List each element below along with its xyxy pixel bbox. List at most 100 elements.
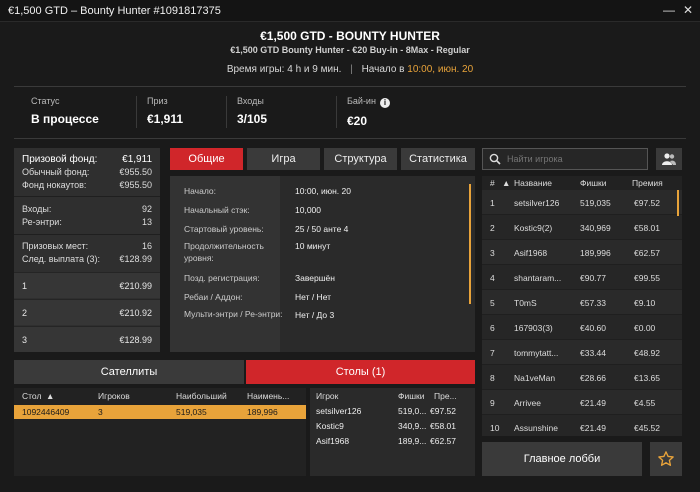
tab-structure[interactable]: Структура [324, 148, 397, 170]
player-name: T0mS [514, 298, 537, 308]
detail-label: Ребаи / Аддон: [184, 292, 243, 302]
tables-list: Стол ▲ Игроков Наибольший Наимень... 109… [14, 388, 306, 476]
player-prize: €97.52 [634, 198, 660, 208]
payout-place: 3 [22, 334, 28, 345]
player-row[interactable]: 2 Kostic9(2) 340,969 €58.01 [482, 215, 682, 240]
table-player-row[interactable]: Kostic9 340,9... €58.01 [310, 420, 475, 434]
col-prize[interactable]: Пре... [434, 391, 457, 401]
divider [14, 86, 686, 87]
player-name: shantaram... [514, 273, 562, 283]
regular-pool-label: Обычный фонд: [22, 167, 90, 177]
divider [14, 234, 160, 235]
player-rank: 4 [490, 273, 495, 283]
detail-value: Завершён [295, 273, 335, 283]
reentries-label: Ре-энтри: [22, 217, 62, 227]
col-table[interactable]: Стол [22, 391, 41, 401]
stat-status-label: Статус [31, 96, 60, 106]
col-largest[interactable]: Наибольший [176, 391, 227, 401]
details-label-column [170, 176, 280, 352]
sort-asc-icon[interactable]: ▲ [46, 391, 54, 401]
player-prize: €62.57 [634, 248, 660, 258]
player-rank: 5 [490, 298, 495, 308]
player-row[interactable]: 1 setsilver126 519,035 €97.52 [482, 190, 682, 215]
col-players[interactable]: Игроков [98, 391, 130, 401]
player-prize: €0.00 [634, 323, 656, 333]
info-icon[interactable]: i [379, 98, 390, 108]
player-row[interactable]: 9 Arrivee €21.49 €4.55 [482, 390, 682, 415]
details-scrollbar[interactable] [469, 184, 471, 304]
payout-amount: €210.92 [119, 307, 152, 318]
player-chips: €40.60 [580, 323, 606, 333]
tournament-subtitle: €1,500 GTD Bounty Hunter - €20 Buy-in - … [230, 45, 470, 55]
time-row: Время игры: 4 h и 9 мин. | Начало в 10:0… [0, 64, 700, 75]
detail-label: Мульти-энтри / Ре-энтри: [184, 309, 283, 319]
player-row[interactable]: 7 tommytatt... €33.44 €48.92 [482, 340, 682, 365]
detail-value: 25 / 50 анте 4 [295, 224, 349, 234]
table-player-chips: 340,9... [398, 421, 427, 431]
player-row[interactable]: 3 Asif1968 189,996 €62.57 [482, 240, 682, 265]
paid-places-value: 16 [141, 241, 152, 251]
player-list-scrollbar[interactable] [677, 190, 679, 216]
start-value: 10:00, июн. 20 [407, 64, 474, 75]
table-player-row[interactable]: Asif1968 189,9... €62.57 [310, 435, 475, 449]
player-rank: 3 [490, 248, 495, 258]
tournament-details: Начало: 10:00, июн. 20 Начальный стэк: 1… [170, 176, 475, 352]
col-rank[interactable]: # [490, 178, 495, 188]
player-rank: 2 [490, 223, 495, 233]
players-button[interactable] [656, 148, 682, 170]
tab-general[interactable]: Общие [170, 148, 243, 170]
detail-value: Нет / До 3 [295, 310, 335, 320]
col-prize[interactable]: Премия [632, 178, 663, 188]
player-search[interactable] [482, 148, 648, 170]
reentries-value: 13 [141, 217, 152, 227]
player-row[interactable]: 4 shantaram... €90.77 €99.55 [482, 265, 682, 290]
player-row[interactable]: 10 Assunshine €21.49 €45.52 [482, 415, 682, 436]
table-player-prize: €97.52 [430, 406, 456, 416]
table-player-name: Asif1968 [316, 436, 350, 446]
search-icon [489, 153, 501, 165]
col-name[interactable]: Название [514, 178, 552, 188]
minimize-icon[interactable]: — [662, 3, 676, 17]
tab-game[interactable]: Игра [247, 148, 320, 170]
payout-row: 3 €128.99 [14, 326, 160, 352]
tab-tables[interactable]: Столы (1) [246, 360, 475, 384]
start-label: Начало в [361, 64, 405, 75]
main-lobby-button[interactable]: Главное лобби [482, 442, 642, 476]
knockout-pool-label: Фонд нокаутов: [22, 180, 87, 190]
sort-asc-icon[interactable]: ▲ [502, 178, 510, 188]
player-name: Arrivee [514, 398, 541, 408]
play-time-value: 4 h и 9 мин. [287, 64, 342, 75]
prize-pool-label: Призовой фонд: [22, 154, 98, 165]
search-input[interactable] [507, 152, 642, 166]
stat-status: Статус В процессе [31, 96, 141, 128]
player-chips: €21.49 [580, 398, 606, 408]
players-icon [662, 153, 676, 165]
stat-entries: Входы 3/105 [226, 96, 336, 128]
divider [14, 138, 686, 139]
table-row[interactable]: 1092446409 3 519,035 189,996 [14, 405, 306, 419]
favorite-button[interactable] [650, 442, 682, 476]
entries-row: Входы: 92 [22, 204, 152, 214]
player-row[interactable]: 8 Na1veMan €28.66 €13.65 [482, 365, 682, 390]
next-payout-label: След. выплата (3): [22, 254, 101, 264]
player-chips: €21.49 [580, 423, 606, 433]
table-player-row[interactable]: setsilver126 519,0... €97.52 [310, 405, 475, 419]
next-payout-value: €128.99 [119, 254, 152, 264]
stat-buyin-label: Бай-ин [347, 96, 376, 106]
col-smallest[interactable]: Наимень... [247, 391, 289, 401]
player-rank: 9 [490, 398, 495, 408]
col-player[interactable]: Игрок [316, 391, 338, 401]
close-icon[interactable]: ✕ [681, 3, 695, 17]
col-chips[interactable]: Фишки [580, 178, 607, 188]
payout-amount: €210.99 [119, 280, 152, 291]
player-prize: €48.92 [634, 348, 660, 358]
stat-prize-label: Приз [147, 96, 168, 106]
tab-statistics[interactable]: Статистика [401, 148, 475, 170]
stat-buyin-label-row: Бай-ин i [347, 96, 446, 108]
player-row[interactable]: 5 T0mS €57.33 €9.10 [482, 290, 682, 315]
tab-satellites[interactable]: Сателлиты [14, 360, 244, 384]
paid-places-row: Призовых мест: 16 [22, 241, 152, 251]
col-chips[interactable]: Фишки [398, 391, 425, 401]
stats-row: Статус В процессе Приз €1,911 Входы 3/10… [14, 96, 686, 130]
player-row[interactable]: 6 167903(3) €40.60 €0.00 [482, 315, 682, 340]
